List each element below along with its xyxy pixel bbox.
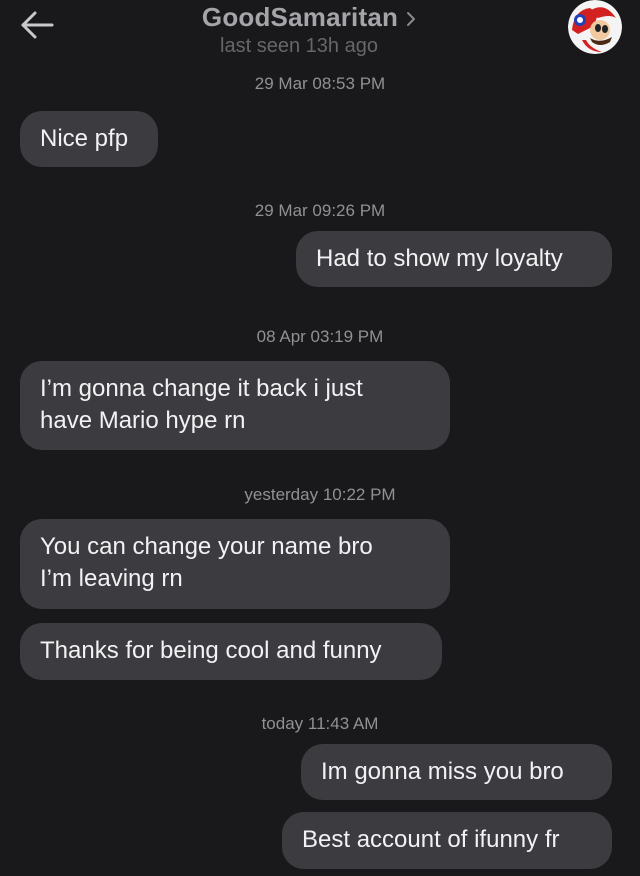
received-message[interactable]: Thanks for being cool and funny bbox=[20, 623, 442, 680]
message-timestamp: 29 Mar 09:26 PM bbox=[254, 201, 386, 220]
sent-message[interactable]: Best account of ifunny fr bbox=[282, 812, 612, 869]
message-timestamp: 08 Apr 03:19 PM bbox=[256, 327, 384, 346]
sent-message[interactable]: Had to show my loyalty bbox=[296, 231, 612, 287]
chat-header: GoodSamaritan last seen 13h ago bbox=[0, 0, 640, 66]
received-message[interactable]: Nice pfp bbox=[20, 111, 158, 167]
received-message[interactable]: You can change your name bro I’m leaving… bbox=[20, 519, 450, 609]
sent-message[interactable]: Im gonna miss you bro bbox=[301, 744, 612, 800]
last-seen-status: last seen 13h ago bbox=[220, 35, 378, 57]
avatar[interactable] bbox=[568, 0, 622, 54]
chat-title-block[interactable]: GoodSamaritan last seen 13h ago bbox=[0, 2, 640, 58]
message-timestamp: yesterday 10:22 PM bbox=[244, 485, 396, 504]
chevron-right-icon bbox=[407, 11, 416, 26]
message-timestamp: today 11:43 AM bbox=[261, 714, 379, 733]
contact-name[interactable]: GoodSamaritan bbox=[202, 2, 398, 33]
received-message[interactable]: I’m gonna change it back i just have Mar… bbox=[20, 361, 450, 450]
message-timestamp: 29 Mar 08:53 PM bbox=[254, 74, 386, 93]
